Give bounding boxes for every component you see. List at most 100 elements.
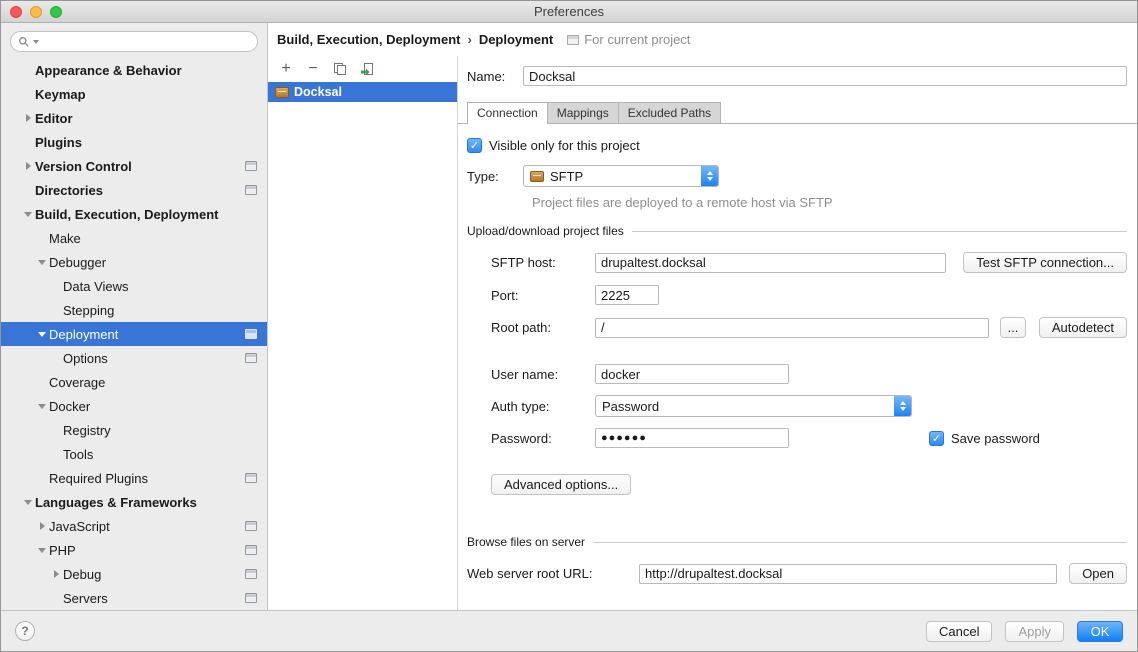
sidebar-item-label: Build, Execution, Deployment bbox=[35, 207, 218, 222]
visible-project-label: Visible only for this project bbox=[489, 138, 640, 153]
help-button[interactable]: ? bbox=[15, 621, 35, 641]
sidebar-item-languages-frameworks[interactable]: Languages & Frameworks bbox=[1, 490, 267, 514]
server-list: Docksal bbox=[268, 82, 457, 102]
port-input[interactable] bbox=[595, 285, 659, 305]
sidebar-item-directories[interactable]: Directories bbox=[1, 178, 267, 202]
upload-section-header: Upload/download project files bbox=[467, 224, 1127, 238]
chevron-down-icon[interactable] bbox=[21, 212, 35, 217]
chevron-right-icon[interactable] bbox=[35, 522, 49, 530]
visible-project-checkbox[interactable]: ✓ bbox=[467, 138, 482, 153]
settings-sidebar: Appearance & BehaviorKeymapEditorPlugins… bbox=[1, 23, 268, 610]
chevron-down-icon[interactable] bbox=[35, 260, 49, 265]
sidebar-item-options[interactable]: Options bbox=[1, 346, 267, 370]
browse-root-path-button[interactable]: ... bbox=[1000, 317, 1026, 338]
sidebar-item-label: Options bbox=[63, 351, 108, 366]
sidebar-item-php[interactable]: PHP bbox=[1, 538, 267, 562]
sidebar-item-label: Servers bbox=[63, 591, 108, 606]
web-root-input[interactable] bbox=[639, 564, 1057, 584]
project-settings-icon bbox=[245, 521, 257, 531]
type-dropdown[interactable]: SFTP bbox=[523, 165, 719, 187]
user-name-input[interactable] bbox=[595, 364, 789, 384]
ok-button[interactable]: OK bbox=[1077, 621, 1123, 642]
breadcrumb-current: Deployment bbox=[479, 32, 553, 47]
sidebar-item-editor[interactable]: Editor bbox=[1, 106, 267, 130]
copy-button[interactable] bbox=[333, 62, 347, 76]
sidebar-item-label: Directories bbox=[35, 183, 103, 198]
password-input[interactable] bbox=[595, 428, 789, 448]
tab-connection[interactable]: Connection bbox=[467, 102, 548, 124]
add-button[interactable]: + bbox=[279, 61, 293, 77]
project-settings-icon bbox=[245, 161, 257, 171]
sftp-icon bbox=[275, 87, 289, 98]
sidebar-item-servers[interactable]: Servers bbox=[1, 586, 267, 610]
root-path-input[interactable] bbox=[595, 318, 989, 338]
search-icon bbox=[18, 36, 30, 48]
sidebar-item-make[interactable]: Make bbox=[1, 226, 267, 250]
auth-type-value: Password bbox=[602, 399, 659, 414]
breadcrumb-separator: › bbox=[467, 32, 471, 47]
save-password-label: Save password bbox=[951, 431, 1040, 446]
server-list-panel: + − Docksal bbox=[268, 56, 458, 610]
sidebar-item-appearance-behavior[interactable]: Appearance & Behavior bbox=[1, 58, 267, 82]
password-label: Password: bbox=[491, 431, 595, 446]
sidebar-item-tools[interactable]: Tools bbox=[1, 442, 267, 466]
chevron-down-icon[interactable] bbox=[35, 332, 49, 337]
cancel-button[interactable]: Cancel bbox=[926, 621, 992, 642]
dropdown-arrows-icon[interactable] bbox=[701, 166, 718, 186]
sidebar-item-data-views[interactable]: Data Views bbox=[1, 274, 267, 298]
browse-section-title: Browse files on server bbox=[467, 535, 585, 549]
auth-type-dropdown[interactable]: Password bbox=[595, 395, 912, 417]
tab-mappings[interactable]: Mappings bbox=[548, 102, 619, 124]
save-password-checkbox[interactable]: ✓ bbox=[929, 431, 944, 446]
server-item-docksal[interactable]: Docksal bbox=[268, 82, 457, 102]
sidebar-item-registry[interactable]: Registry bbox=[1, 418, 267, 442]
server-toolbar: + − bbox=[268, 56, 457, 82]
advanced-options-button[interactable]: Advanced options... bbox=[491, 474, 631, 495]
sidebar-item-build-execution-deployment[interactable]: Build, Execution, Deployment bbox=[1, 202, 267, 226]
sidebar-item-stepping[interactable]: Stepping bbox=[1, 298, 267, 322]
paste-button[interactable] bbox=[360, 62, 374, 76]
port-label: Port: bbox=[491, 288, 595, 303]
project-settings-icon bbox=[245, 329, 257, 339]
breadcrumb-parent[interactable]: Build, Execution, Deployment bbox=[277, 32, 460, 47]
dropdown-arrows-icon[interactable] bbox=[894, 396, 911, 416]
zoom-icon[interactable] bbox=[50, 6, 62, 18]
current-project-icon bbox=[567, 35, 579, 45]
chevron-down-icon[interactable] bbox=[33, 40, 39, 44]
chevron-right-icon[interactable] bbox=[49, 570, 63, 578]
sidebar-item-label: Coverage bbox=[49, 375, 105, 390]
sidebar-item-javascript[interactable]: JavaScript bbox=[1, 514, 267, 538]
sidebar-item-deployment[interactable]: Deployment bbox=[1, 322, 267, 346]
remove-button[interactable]: − bbox=[306, 61, 320, 77]
search-input[interactable] bbox=[10, 31, 258, 52]
chevron-down-icon[interactable] bbox=[35, 404, 49, 409]
chevron-down-icon[interactable] bbox=[21, 500, 35, 505]
sidebar-item-version-control[interactable]: Version Control bbox=[1, 154, 267, 178]
chevron-right-icon[interactable] bbox=[21, 114, 35, 122]
type-label: Type: bbox=[467, 169, 523, 184]
sidebar-item-required-plugins[interactable]: Required Plugins bbox=[1, 466, 267, 490]
chevron-right-icon[interactable] bbox=[21, 162, 35, 170]
sidebar-item-label: Debug bbox=[63, 567, 101, 582]
sidebar-item-docker[interactable]: Docker bbox=[1, 394, 267, 418]
chevron-down-icon[interactable] bbox=[35, 548, 49, 553]
tab-excluded-paths[interactable]: Excluded Paths bbox=[619, 102, 721, 124]
sidebar-item-label: Required Plugins bbox=[49, 471, 148, 486]
project-settings-icon bbox=[245, 545, 257, 555]
close-icon[interactable] bbox=[10, 6, 22, 18]
sidebar-item-label: JavaScript bbox=[49, 519, 110, 534]
sidebar-item-debug[interactable]: Debug bbox=[1, 562, 267, 586]
autodetect-button[interactable]: Autodetect bbox=[1039, 317, 1127, 338]
test-sftp-connection-button[interactable]: Test SFTP connection... bbox=[963, 252, 1127, 273]
sidebar-item-debugger[interactable]: Debugger bbox=[1, 250, 267, 274]
sftp-host-input[interactable] bbox=[595, 253, 946, 273]
upload-section-title: Upload/download project files bbox=[467, 224, 624, 238]
server-item-label: Docksal bbox=[294, 85, 342, 99]
minimize-icon[interactable] bbox=[30, 6, 42, 18]
breadcrumb: Build, Execution, Deployment › Deploymen… bbox=[268, 23, 1137, 56]
sidebar-item-coverage[interactable]: Coverage bbox=[1, 370, 267, 394]
sidebar-item-plugins[interactable]: Plugins bbox=[1, 130, 267, 154]
open-button[interactable]: Open bbox=[1069, 563, 1127, 584]
sidebar-item-keymap[interactable]: Keymap bbox=[1, 82, 267, 106]
name-input[interactable] bbox=[523, 66, 1127, 86]
